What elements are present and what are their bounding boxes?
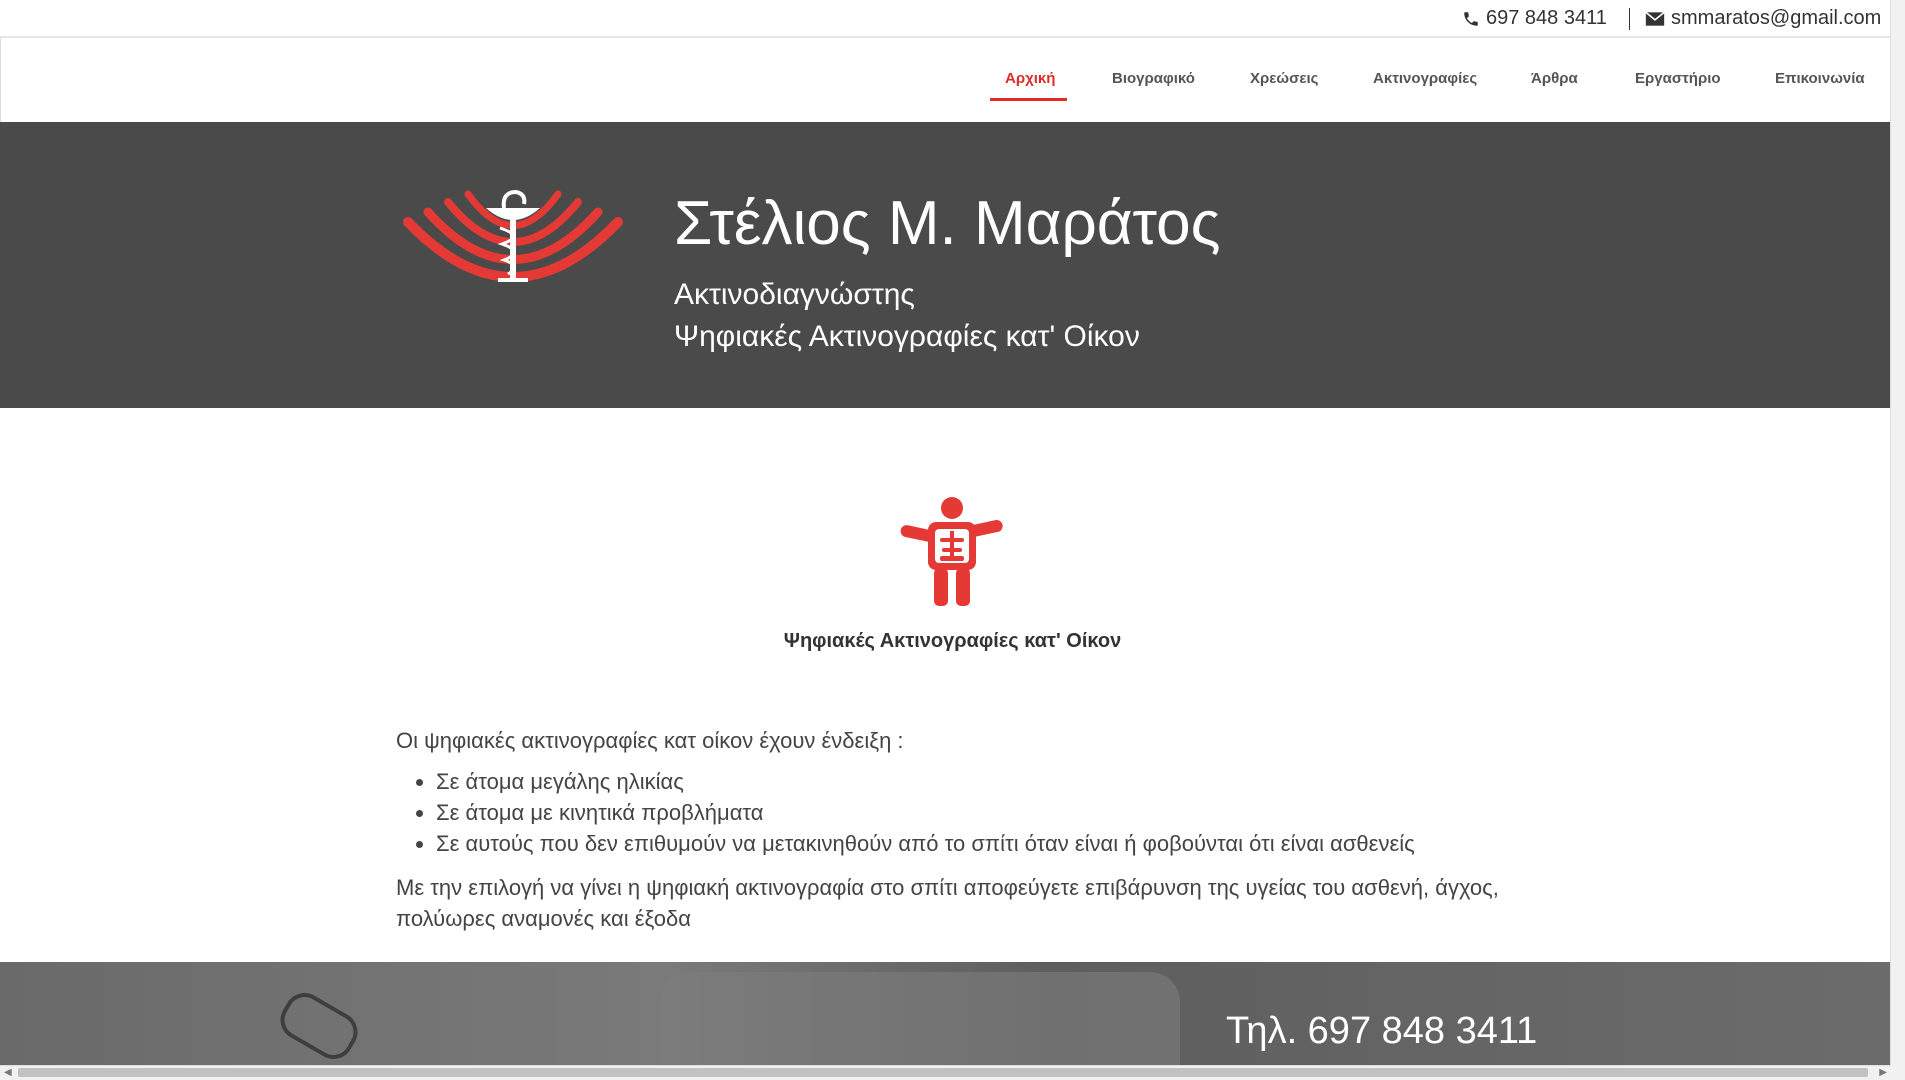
vertical-scrollbar[interactable] xyxy=(1890,0,1905,1080)
service-tagline: Ψηφιακές Ακτινογραφίες κατ' Οίκον xyxy=(674,320,1140,353)
main-nav: Αρχική Βιογραφικό Χρεώσεις Ακτινογραφίες… xyxy=(0,38,1902,122)
background-glasses-image xyxy=(273,985,365,1066)
footer-phone[interactable]: Τηλ. 697 848 3411 xyxy=(1226,1010,1537,1053)
nav-item-xrays[interactable]: Ακτινογραφίες xyxy=(1373,70,1477,87)
scroll-right-arrow-icon[interactable]: ▶ xyxy=(1879,1067,1887,1078)
top-phone-text: 697 848 3411 xyxy=(1486,7,1607,29)
indications-list: Σε άτομα μεγάλης ηλικίας Σε άτομα με κιν… xyxy=(412,766,1415,859)
nav-item-home[interactable]: Αρχική xyxy=(1005,70,1055,87)
doctor-specialty: Ακτινοδιαγνώστης xyxy=(674,278,915,311)
top-phone[interactable]: 697 848 3411 xyxy=(1462,7,1607,30)
footer-banner: Τηλ. 697 848 3411 xyxy=(0,962,1905,1066)
scroll-left-arrow-icon[interactable]: ◀ xyxy=(4,1067,12,1078)
feature-title: Ψηφιακές Ακτινογραφίες κατ' Οίκον xyxy=(783,630,1122,652)
radiology-caduceus-logo[interactable] xyxy=(400,182,626,294)
nav-item-charges[interactable]: Χρεώσεις xyxy=(1250,70,1318,87)
top-email[interactable]: smmaratos@gmail.com xyxy=(1645,7,1881,30)
nav-item-articles[interactable]: Άρθρα xyxy=(1531,70,1578,87)
contact-divider xyxy=(1629,8,1630,30)
nav-item-bio[interactable]: Βιογραφικό xyxy=(1112,70,1195,87)
top-email-text: smmaratos@gmail.com xyxy=(1671,7,1882,29)
list-item: Σε άτομα με κινητικά προβλήματα xyxy=(436,797,1415,828)
nav-item-lab[interactable]: Εργαστήριο xyxy=(1635,70,1721,87)
xray-person-icon xyxy=(900,497,1003,606)
list-item: Σε αυτούς που δεν επιθυμούν να μετακινηθ… xyxy=(436,828,1415,859)
active-nav-indicator xyxy=(990,98,1067,101)
scrollbar-thumb[interactable] xyxy=(18,1068,1868,1077)
list-item: Σε άτομα μεγάλης ηλικίας xyxy=(436,766,1415,797)
hero-header: Στέλιος Μ. Μαράτος Ακτινοδιαγνώστης Ψηφι… xyxy=(0,122,1905,408)
phone-icon xyxy=(1464,11,1478,26)
horizontal-scrollbar[interactable]: ◀ ▶ xyxy=(0,1065,1891,1080)
top-contact-bar: 697 848 3411 smmaratos@gmail.com xyxy=(0,0,1905,39)
background-laptop-image xyxy=(660,972,1180,1066)
envelope-icon xyxy=(1645,11,1665,26)
outro-text: Με την επιλογή να γίνει η ψηφιακή ακτινο… xyxy=(396,875,1499,931)
doctor-name: Στέλιος Μ. Μαράτος xyxy=(674,189,1221,258)
intro-text: Οι ψηφιακές ακτινογραφίες κατ οίκον έχου… xyxy=(396,728,904,753)
nav-item-contact[interactable]: Επικοινωνία xyxy=(1775,70,1865,87)
